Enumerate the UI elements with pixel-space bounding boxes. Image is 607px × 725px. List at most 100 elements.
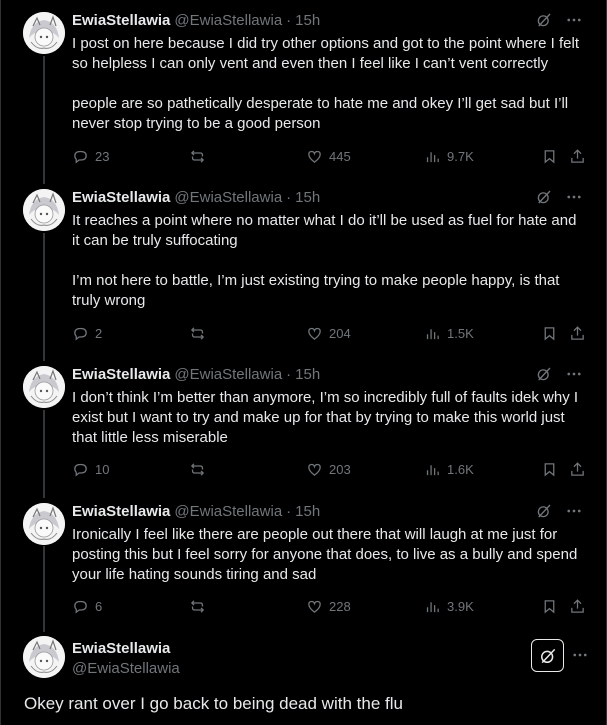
more-icon[interactable]	[565, 11, 583, 29]
post-paragraph: people are so pathetically desperate to …	[72, 95, 573, 132]
more-icon[interactable]	[565, 188, 583, 206]
post-header: EwiaStellawia @EwiaStellawia · 15h	[72, 501, 320, 521]
like-icon	[308, 150, 321, 163]
like-count: 203	[329, 461, 351, 477]
post-paragraph: Ironically I feel like there are people …	[72, 526, 582, 583]
reply-count: 23	[95, 148, 110, 164]
post-header-actions	[535, 10, 583, 30]
share-button[interactable]	[569, 323, 592, 343]
reply-button[interactable]: 23	[72, 146, 109, 166]
bookmark-button[interactable]	[541, 459, 564, 479]
main-author-handle[interactable]: @EwiaStellawia	[72, 660, 180, 677]
bookmark-button[interactable]	[541, 146, 564, 166]
repost-button[interactable]	[189, 459, 212, 479]
like-button[interactable]: 445	[306, 146, 351, 166]
views-icon	[426, 601, 439, 612]
thread-line	[43, 56, 45, 184]
post-header-actions	[535, 501, 583, 521]
like-icon	[308, 327, 321, 340]
separator-dot: ·	[286, 188, 292, 206]
avatar[interactable]	[23, 366, 65, 408]
post-text: It reaches a point where no matter what …	[72, 211, 587, 311]
like-button[interactable]: 204	[306, 323, 351, 343]
views-button[interactable]: 1.5K	[424, 323, 474, 343]
reply-count: 10	[95, 461, 110, 477]
share-button[interactable]	[569, 146, 592, 166]
bookmark-button[interactable]	[541, 323, 564, 343]
author-handle[interactable]: @EwiaStellawia	[174, 189, 282, 206]
repost-icon	[190, 462, 205, 476]
main-post-text: Okey rant over I go back to being dead w…	[24, 694, 403, 713]
separator-dot: ·	[286, 11, 292, 29]
share-icon	[571, 325, 584, 340]
avatar[interactable]	[23, 503, 65, 545]
like-icon	[308, 463, 321, 476]
author-name[interactable]: EwiaStellawia	[72, 12, 170, 29]
grok-icon[interactable]	[535, 365, 553, 383]
grok-button[interactable]	[531, 639, 564, 672]
post-actions: 2 204 1.5K	[72, 323, 592, 343]
views-icon	[426, 151, 439, 162]
views-icon	[426, 464, 439, 475]
avatar[interactable]	[23, 636, 65, 678]
share-button[interactable]	[569, 459, 592, 479]
main-author-name[interactable]: EwiaStellawia	[72, 640, 170, 657]
author-handle[interactable]: @EwiaStellawia	[174, 503, 282, 520]
like-icon	[308, 600, 321, 613]
like-button[interactable]: 228	[306, 596, 351, 616]
repost-button[interactable]	[189, 323, 212, 343]
share-icon	[571, 148, 584, 163]
author-name[interactable]: EwiaStellawia	[72, 366, 170, 383]
post-actions: 23 445 9.7K	[72, 146, 592, 166]
thread-line	[43, 546, 45, 632]
grok-icon	[540, 648, 555, 663]
reply-count: 2	[95, 325, 103, 341]
avatar[interactable]	[23, 189, 65, 231]
post-time[interactable]: 15h	[295, 503, 320, 520]
grok-icon[interactable]	[535, 502, 553, 520]
reply-icon	[74, 150, 87, 163]
author-handle[interactable]: @EwiaStellawia	[174, 12, 282, 29]
thread-line	[43, 410, 45, 498]
view-count: 3.9K	[447, 598, 474, 614]
repost-icon	[190, 149, 205, 163]
reply-count: 6	[95, 598, 103, 614]
post-header: EwiaStellawia @EwiaStellawia · 15h	[72, 364, 320, 384]
share-button[interactable]	[569, 596, 592, 616]
bookmark-icon	[544, 462, 555, 477]
post-time[interactable]: 15h	[295, 366, 320, 383]
author-name[interactable]: EwiaStellawia	[72, 503, 170, 520]
reply-button[interactable]: 10	[72, 459, 109, 479]
post-paragraph: I don’t think I’m better than anymore, I…	[72, 389, 583, 446]
reply-button[interactable]: 2	[72, 323, 102, 343]
reply-button[interactable]: 6	[72, 596, 102, 616]
views-button[interactable]: 9.7K	[424, 146, 474, 166]
reply-icon	[74, 327, 87, 340]
avatar[interactable]	[23, 12, 65, 54]
bookmark-icon	[544, 149, 555, 164]
views-button[interactable]: 1.6K	[424, 459, 474, 479]
share-icon	[571, 598, 584, 613]
reply-icon	[74, 600, 87, 613]
author-handle[interactable]: @EwiaStellawia	[174, 366, 282, 383]
more-icon[interactable]	[565, 502, 583, 520]
like-button[interactable]: 203	[306, 459, 351, 479]
post-time[interactable]: 15h	[295, 12, 320, 29]
more-icon[interactable]	[565, 365, 583, 383]
more-icon[interactable]	[571, 646, 589, 664]
repost-button[interactable]	[189, 146, 212, 166]
repost-icon	[190, 599, 205, 613]
post-header: EwiaStellawia @EwiaStellawia · 15h	[72, 10, 320, 30]
view-count: 1.5K	[447, 325, 474, 341]
thread-line	[43, 233, 45, 361]
grok-icon[interactable]	[535, 11, 553, 29]
views-button[interactable]: 3.9K	[424, 596, 474, 616]
post-paragraph: It reaches a point where no matter what …	[72, 212, 581, 249]
author-name[interactable]: EwiaStellawia	[72, 189, 170, 206]
bookmark-button[interactable]	[541, 596, 564, 616]
like-count: 204	[329, 325, 351, 341]
grok-icon[interactable]	[535, 188, 553, 206]
post-time[interactable]: 15h	[295, 189, 320, 206]
repost-button[interactable]	[189, 596, 212, 616]
share-icon	[571, 461, 584, 476]
